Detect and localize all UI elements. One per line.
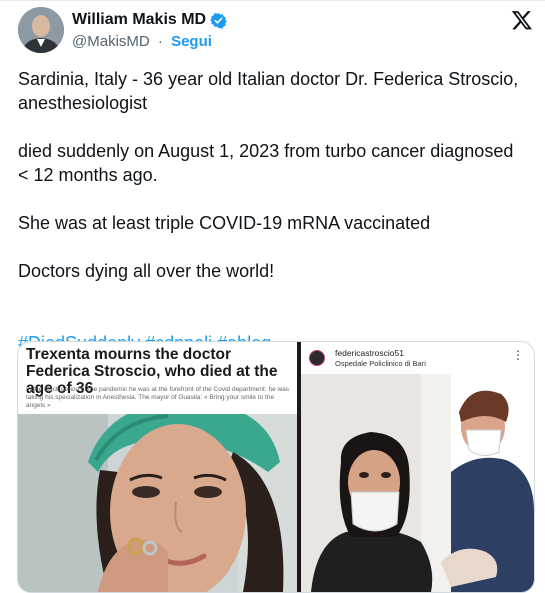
follow-button[interactable]: Segui — [171, 33, 212, 50]
author-handle-row: @MakisMD · Segui — [72, 33, 212, 50]
handle-separator: · — [157, 33, 163, 50]
selfie-photo — [301, 342, 534, 592]
author-name[interactable]: William Makis MD — [72, 11, 206, 29]
x-logo-icon[interactable] — [511, 9, 533, 31]
tweet-paragraph: She was at least triple COVID-19 mRNA va… — [18, 213, 431, 233]
tweet-paragraph: Sardinia, Italy - 36 year old Italian do… — [18, 69, 519, 113]
instagram-header: federicastroscio51 Ospedale Policlinico … — [301, 342, 534, 374]
news-subtext: In the black period of the pandemic he w… — [26, 386, 290, 409]
more-options-icon: ⋮ — [512, 348, 524, 362]
tweet-text: Sardinia, Italy - 36 year old Italian do… — [18, 67, 528, 379]
instagram-avatar — [309, 350, 325, 366]
author-handle[interactable]: @MakisMD — [72, 33, 150, 50]
media-photo-left[interactable]: Trexenta mourns the doctor Federica Stro… — [18, 342, 297, 592]
avatar[interactable] — [18, 7, 64, 53]
author-name-row[interactable]: William Makis MD — [72, 11, 227, 29]
instagram-username: federicastroscio51 — [335, 348, 404, 358]
tweet-media[interactable]: Trexenta mourns the doctor Federica Stro… — [17, 341, 535, 593]
verified-badge-icon — [210, 12, 227, 29]
media-photo-right[interactable]: federicastroscio51 Ospedale Policlinico … — [301, 342, 534, 592]
news-header: Trexenta mourns the doctor Federica Stro… — [18, 342, 297, 414]
tweet-paragraph: Doctors dying all over the world! — [18, 261, 275, 281]
instagram-location: Ospedale Policlinico di Bari — [335, 359, 426, 368]
tweet-paragraph: died suddenly on August 1, 2023 from tur… — [18, 141, 514, 185]
tweet-card: William Makis MD @MakisMD · Segui Sardin… — [0, 0, 545, 593]
